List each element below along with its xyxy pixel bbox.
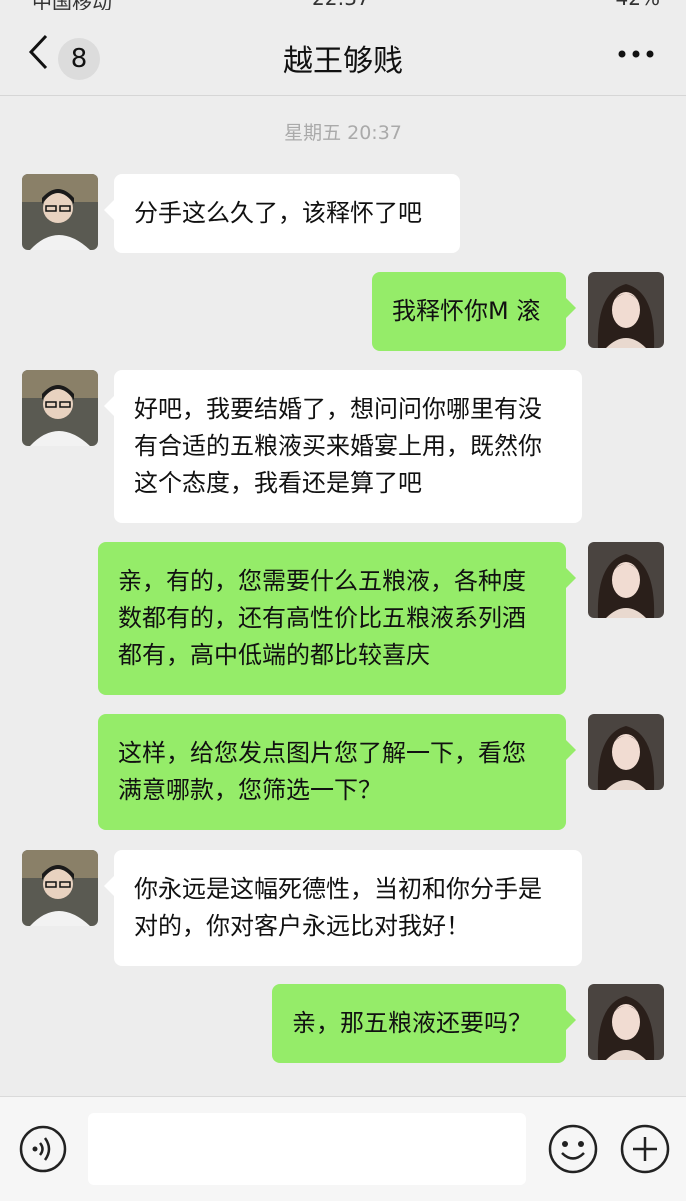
battery-level: 42% bbox=[616, 0, 660, 10]
message-bubble-outgoing[interactable]: 亲，有的，您需要什么五粮液，各种度数都有的，还有高性价比五粮液系列酒都有，高中低… bbox=[98, 542, 576, 695]
status-bar: 中国移动 22:37 42% bbox=[0, 0, 686, 14]
more-functions-button[interactable] bbox=[618, 1122, 672, 1176]
header-divider bbox=[0, 95, 686, 96]
voice-icon bbox=[19, 1125, 67, 1173]
message-bubble-incoming[interactable]: 分手这么久了，该释怀了吧 bbox=[104, 174, 460, 253]
message-bubble-incoming[interactable]: 你永远是这幅死德性，当初和你分手是对的，你对客户永远比对我好！ bbox=[104, 850, 582, 966]
message-bubble-outgoing[interactable]: 这样，给您发点图片您了解一下，看您满意哪款，您筛选一下？ bbox=[98, 714, 576, 830]
plus-icon bbox=[620, 1124, 670, 1174]
emoji-button[interactable] bbox=[546, 1122, 600, 1176]
contact-avatar[interactable] bbox=[22, 370, 98, 446]
message-timestamp: 星期五 20:37 bbox=[284, 122, 402, 144]
message-bubble-outgoing[interactable]: 亲，那五粮液还要吗？ bbox=[272, 984, 576, 1063]
chat-title: 越王够贱 bbox=[283, 44, 403, 79]
chat-header: 8 越王够贱 bbox=[0, 10, 686, 96]
more-dots-icon bbox=[618, 50, 654, 58]
message-bubble-outgoing[interactable]: 我释怀你M 滚 bbox=[372, 272, 576, 351]
contact-avatar[interactable] bbox=[22, 850, 98, 926]
my-avatar[interactable] bbox=[588, 984, 664, 1060]
my-avatar[interactable] bbox=[588, 714, 664, 790]
voice-button[interactable] bbox=[18, 1124, 68, 1174]
contact-avatar[interactable] bbox=[22, 174, 98, 250]
emoji-icon bbox=[548, 1124, 598, 1174]
more-button[interactable] bbox=[616, 44, 656, 64]
my-avatar[interactable] bbox=[588, 272, 664, 348]
message-bubble-incoming[interactable]: 好吧，我要结婚了，想问问你哪里有没有合适的五粮液买来婚宴上用，既然你这个态度，我… bbox=[104, 370, 582, 523]
chat-input-bar bbox=[0, 1096, 686, 1201]
message-input[interactable] bbox=[88, 1113, 526, 1185]
my-avatar[interactable] bbox=[588, 542, 664, 618]
status-clock: 22:37 bbox=[312, 0, 370, 10]
